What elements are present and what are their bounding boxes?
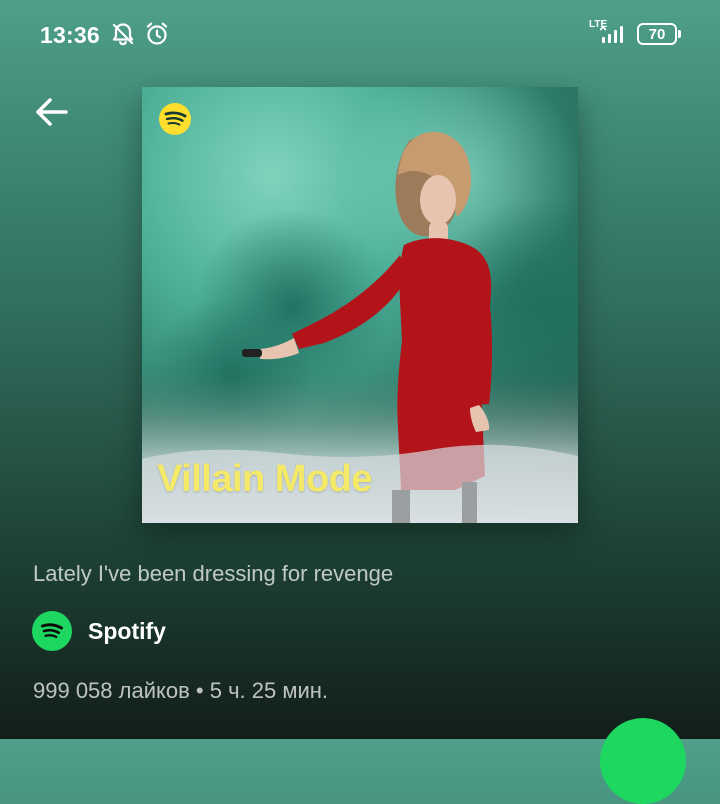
play-button[interactable] <box>600 718 686 804</box>
playlist-description: Lately I've been dressing for revenge <box>33 561 394 586</box>
spotify-logo-icon <box>159 103 191 135</box>
status-time: 13:36 <box>40 22 100 48</box>
battery-icon: 70 <box>637 23 681 45</box>
status-bar: 13:36 LTE 70 <box>0 0 720 72</box>
playlist-meta: 999 058 лайков • 5 ч. 25 мин. <box>33 678 329 703</box>
cover-title: Villain Mode <box>157 458 373 500</box>
playlist-cover[interactable]: Villain Mode <box>142 87 578 523</box>
playlist-owner[interactable]: Spotify <box>32 611 166 651</box>
signal-icon <box>600 25 623 43</box>
owner-name[interactable]: Spotify <box>88 618 166 645</box>
spotify-logo-icon <box>41 623 63 639</box>
bell-off-icon <box>112 23 134 46</box>
back-button[interactable] <box>26 86 78 138</box>
alarm-icon <box>146 22 168 45</box>
owner-avatar <box>32 611 72 651</box>
